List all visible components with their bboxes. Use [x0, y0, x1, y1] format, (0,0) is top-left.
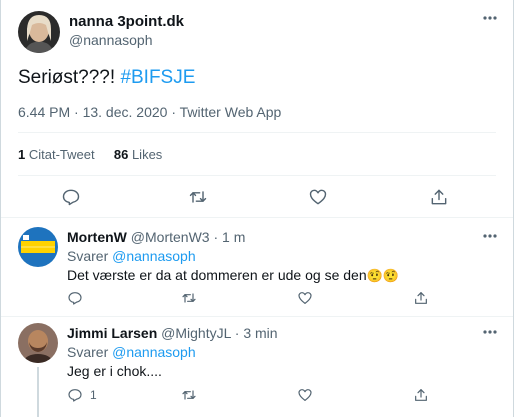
tweet-stats: 1 Citat-Tweet 86 Likes — [18, 147, 162, 162]
like-label: Likes — [131, 147, 163, 162]
reply-header: Jimmi Larsen @MightyJL · 3 min — [67, 325, 278, 341]
replying-to: Svarer @nannasoph — [67, 248, 196, 264]
divider — [18, 132, 496, 133]
reply-display-name[interactable]: MortenW — [67, 229, 127, 245]
reply-icon[interactable] — [67, 387, 83, 403]
divider — [1, 316, 513, 317]
replying-to-label: Svarer — [67, 344, 109, 360]
replying-to-label: Svarer — [67, 248, 109, 264]
reply-handle[interactable]: @MightyJL — [161, 325, 231, 341]
reply-time[interactable]: 3 min — [243, 325, 277, 341]
retweet-icon[interactable] — [181, 387, 197, 403]
share-icon[interactable] — [413, 290, 429, 306]
quote-count: 1 — [18, 147, 26, 162]
separator: · — [234, 325, 240, 341]
more-icon[interactable] — [483, 330, 501, 338]
divider — [1, 217, 513, 218]
tweet-timestamp[interactable]: 6.44 PM · 13. dec. 2020 · Twitter Web Ap… — [18, 104, 281, 120]
reply-text: Det værste er da at dommeren er ude og s… — [67, 267, 399, 284]
reply-handle[interactable]: @MortenW3 — [131, 229, 210, 245]
reply-time[interactable]: 1 m — [222, 229, 245, 245]
reply-avatar[interactable] — [18, 227, 58, 267]
reply-display-name[interactable]: Jimmi Larsen — [67, 325, 157, 341]
quote-tweets-stat[interactable]: 1 Citat-Tweet — [18, 147, 95, 162]
author-avatar[interactable] — [18, 11, 60, 53]
quote-label: Citat-Tweet — [28, 147, 95, 162]
emoji: 🤨🤨 — [366, 268, 399, 283]
more-icon[interactable] — [483, 234, 501, 242]
share-icon[interactable] — [429, 187, 449, 207]
reply-icon[interactable] — [61, 187, 81, 207]
retweet-icon[interactable] — [188, 187, 208, 207]
replying-to: Svarer @nannasoph — [67, 344, 196, 360]
reply-icon[interactable] — [67, 290, 83, 306]
likes-stat[interactable]: 86 Likes — [114, 147, 162, 162]
separator: · — [213, 229, 219, 245]
more-icon[interactable] — [483, 16, 501, 24]
reply-avatar[interactable] — [18, 323, 58, 363]
reply-header: MortenW @MortenW3 · 1 m — [67, 229, 245, 245]
tweet-text: Seriøst???! #BIFSJE — [18, 67, 195, 89]
reply-text-body: Det værste er da at dommeren er ude og s… — [67, 267, 367, 283]
author-display-name[interactable]: nanna 3point.dk — [69, 13, 184, 30]
like-count: 86 — [113, 147, 129, 162]
reply-count: 1 — [90, 388, 97, 402]
like-icon[interactable] — [297, 290, 313, 306]
hashtag-link[interactable]: #BIFSJE — [120, 67, 195, 88]
reply-text: Jeg er i chok.... — [67, 363, 162, 379]
thread-line — [37, 367, 39, 417]
like-icon[interactable] — [308, 187, 328, 207]
author-handle[interactable]: @nannasoph — [69, 32, 153, 48]
share-icon[interactable] — [413, 387, 429, 403]
divider — [18, 175, 496, 176]
like-icon[interactable] — [297, 387, 313, 403]
tweet-thread: nanna 3point.dk @nannasoph Seriøst???! #… — [0, 0, 514, 417]
retweet-icon[interactable] — [181, 290, 197, 306]
tweet-text-body: Seriøst???! — [18, 67, 121, 88]
replying-to-link[interactable]: @nannasoph — [112, 344, 196, 360]
replying-to-link[interactable]: @nannasoph — [112, 248, 196, 264]
